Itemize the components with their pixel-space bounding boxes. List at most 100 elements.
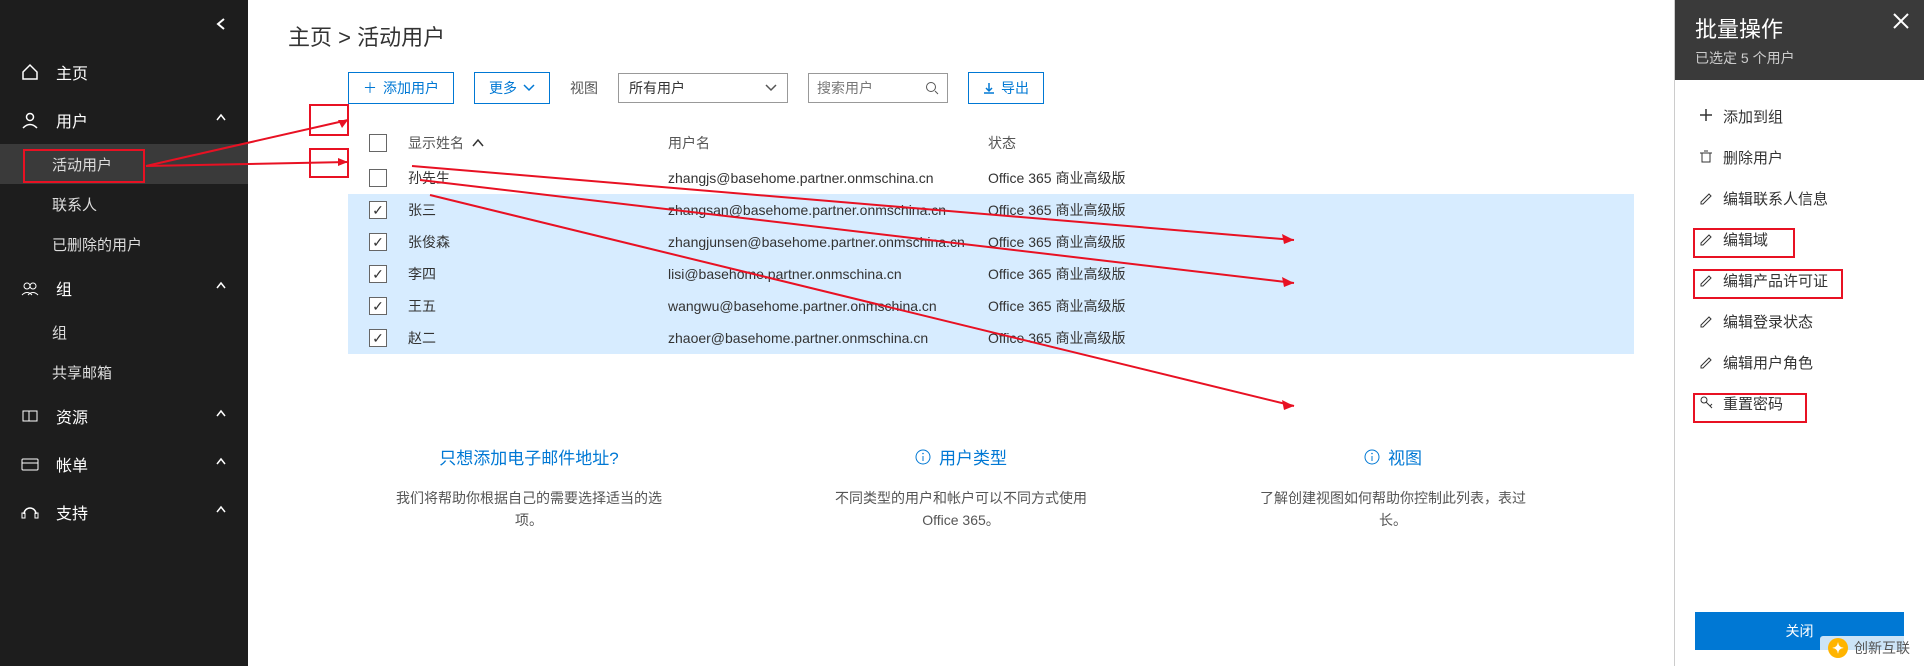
action-label: 编辑联系人信息	[1723, 188, 1828, 209]
cell-status: Office 365 商业高级版	[988, 168, 1634, 188]
download-icon	[983, 82, 995, 94]
action-label: 编辑登录状态	[1723, 311, 1813, 332]
action-label: 删除用户	[1723, 147, 1783, 168]
row-checkbox[interactable]	[369, 233, 387, 251]
more-button[interactable]: 更多	[474, 72, 550, 104]
cell-user: zhangsan@basehome.partner.onmschina.cn	[668, 202, 988, 218]
cell-user: zhangjunsen@basehome.partner.onmschina.c…	[668, 234, 988, 250]
sidebar-item-label: 共享邮箱	[52, 362, 112, 383]
panel-action-5[interactable]: 编辑登录状态	[1695, 305, 1904, 338]
sidebar-item-1[interactable]: 用户	[0, 96, 248, 144]
table-row[interactable]: 王五wangwu@basehome.partner.onmschina.cnOf…	[348, 290, 1634, 322]
info-title[interactable]: 视图	[1364, 444, 1422, 469]
sidebar-item-label: 主页	[56, 60, 88, 84]
sidebar-item-9[interactable]: 帐单	[0, 440, 248, 488]
cell-name: 赵二	[408, 328, 668, 348]
info-body: 我们将帮助你根据自己的需要选择适当的选项。	[389, 487, 669, 532]
table-row[interactable]: 张三zhangsan@basehome.partner.onmschina.cn…	[348, 194, 1634, 226]
main-content: 主页 > 活动用户 ＋ 添加用户 更多 视图 所有用户 搜索用户 导出	[248, 0, 1674, 666]
sidebar-item-8[interactable]: 资源	[0, 392, 248, 440]
key-icon	[1699, 395, 1713, 413]
chevron-up-icon	[214, 455, 228, 474]
cell-user: wangwu@basehome.partner.onmschina.cn	[668, 298, 988, 314]
info-icon	[915, 449, 931, 465]
trash-icon	[1699, 149, 1713, 167]
add-user-button[interactable]: ＋ 添加用户	[348, 72, 454, 104]
chevron-down-icon	[523, 84, 535, 92]
cell-user: zhangjs@basehome.partner.onmschina.cn	[668, 170, 988, 186]
cell-status: Office 365 商业高级版	[988, 200, 1634, 220]
search-placeholder: 搜索用户	[817, 78, 873, 98]
panel-action-7[interactable]: 重置密码	[1695, 387, 1904, 420]
table-row[interactable]: 赵二zhaoer@basehome.partner.onmschina.cnOf…	[348, 322, 1634, 354]
panel-action-0[interactable]: 添加到组	[1695, 100, 1904, 133]
info-title[interactable]: 用户类型	[915, 444, 1007, 469]
row-checkbox[interactable]	[369, 265, 387, 283]
info-icon	[1364, 449, 1380, 465]
view-select[interactable]: 所有用户	[618, 73, 788, 103]
support-icon	[20, 502, 40, 522]
sidebar-item-3[interactable]: 联系人	[0, 184, 248, 224]
sidebar-collapse[interactable]	[0, 0, 248, 48]
sidebar: 主页用户活动用户联系人已删除的用户组组共享邮箱资源帐单支持	[0, 0, 248, 666]
sidebar-item-7[interactable]: 共享邮箱	[0, 352, 248, 392]
col-name-header[interactable]: 显示姓名	[408, 135, 464, 151]
cell-name: 李四	[408, 264, 668, 284]
info-title[interactable]: 只想添加电子邮件地址?	[439, 444, 618, 469]
export-label: 导出	[1001, 78, 1029, 98]
res-icon	[20, 406, 40, 426]
sidebar-item-label: 组	[52, 322, 67, 343]
chevron-up-icon	[214, 503, 228, 522]
col-user-header[interactable]: 用户名	[668, 135, 710, 151]
close-panel-button[interactable]	[1892, 12, 1910, 33]
add-user-label: 添加用户	[383, 78, 439, 98]
table-row[interactable]: 孙先生zhangjs@basehome.partner.onmschina.cn…	[348, 162, 1634, 194]
select-all-checkbox[interactable]	[369, 134, 387, 152]
row-checkbox[interactable]	[369, 169, 387, 187]
search-icon	[925, 81, 939, 95]
panel-action-2[interactable]: 编辑联系人信息	[1695, 182, 1904, 215]
search-input[interactable]: 搜索用户	[808, 73, 948, 103]
sidebar-item-label: 已删除的用户	[52, 234, 142, 255]
cell-user: lisi@basehome.partner.onmschina.cn	[668, 266, 988, 282]
sidebar-item-6[interactable]: 组	[0, 312, 248, 352]
table-row[interactable]: 李四lisi@basehome.partner.onmschina.cnOffi…	[348, 258, 1634, 290]
row-checkbox[interactable]	[369, 297, 387, 315]
cell-status: Office 365 商业高级版	[988, 264, 1634, 284]
close-icon	[1892, 12, 1910, 30]
panel-action-1[interactable]: 删除用户	[1695, 141, 1904, 174]
sidebar-item-label: 联系人	[52, 194, 97, 215]
sidebar-item-0[interactable]: 主页	[0, 48, 248, 96]
sidebar-item-2[interactable]: 活动用户	[0, 144, 248, 184]
cell-name: 张俊森	[408, 232, 668, 252]
cell-user: zhaoer@basehome.partner.onmschina.cn	[668, 330, 988, 346]
chevron-up-icon	[214, 407, 228, 426]
user-table: 显示姓名 用户名 状态 孙先生zhangjs@basehome.partner.…	[348, 124, 1634, 354]
sidebar-item-5[interactable]: 组	[0, 264, 248, 312]
watermark-logo-icon: ✦	[1828, 638, 1848, 658]
pencil-icon	[1699, 231, 1713, 249]
info-cards: 只想添加电子邮件地址? 我们将帮助你根据自己的需要选择适当的选项。 用户类型不同类型…	[348, 444, 1634, 532]
sidebar-item-4[interactable]: 已删除的用户	[0, 224, 248, 264]
sidebar-item-10[interactable]: 支持	[0, 488, 248, 536]
panel-header: 批量操作 已选定 5 个用户	[1675, 0, 1924, 80]
panel-action-4[interactable]: 编辑产品许可证	[1695, 264, 1904, 297]
sidebar-item-label: 资源	[56, 404, 88, 428]
row-checkbox[interactable]	[369, 201, 387, 219]
info-card: 用户类型不同类型的用户和帐户可以不同方式使用 Office 365。	[821, 444, 1101, 532]
info-body: 不同类型的用户和帐户可以不同方式使用 Office 365。	[821, 487, 1101, 532]
panel-action-3[interactable]: 编辑域	[1695, 223, 1904, 256]
cell-status: Office 365 商业高级版	[988, 328, 1634, 348]
chevron-up-icon	[214, 279, 228, 298]
col-status-header[interactable]: 状态	[988, 135, 1016, 151]
bulk-panel: 批量操作 已选定 5 个用户 添加到组删除用户编辑联系人信息编辑域编辑产品许可证…	[1674, 0, 1924, 666]
card-icon	[20, 454, 40, 474]
action-label: 编辑用户角色	[1723, 352, 1813, 373]
table-row[interactable]: 张俊森zhangjunsen@basehome.partner.onmschin…	[348, 226, 1634, 258]
panel-action-6[interactable]: 编辑用户角色	[1695, 346, 1904, 379]
export-button[interactable]: 导出	[968, 72, 1044, 104]
home-icon	[20, 62, 40, 82]
breadcrumb: 主页 > 活动用户	[288, 20, 1634, 52]
action-label: 重置密码	[1723, 393, 1783, 414]
row-checkbox[interactable]	[369, 329, 387, 347]
